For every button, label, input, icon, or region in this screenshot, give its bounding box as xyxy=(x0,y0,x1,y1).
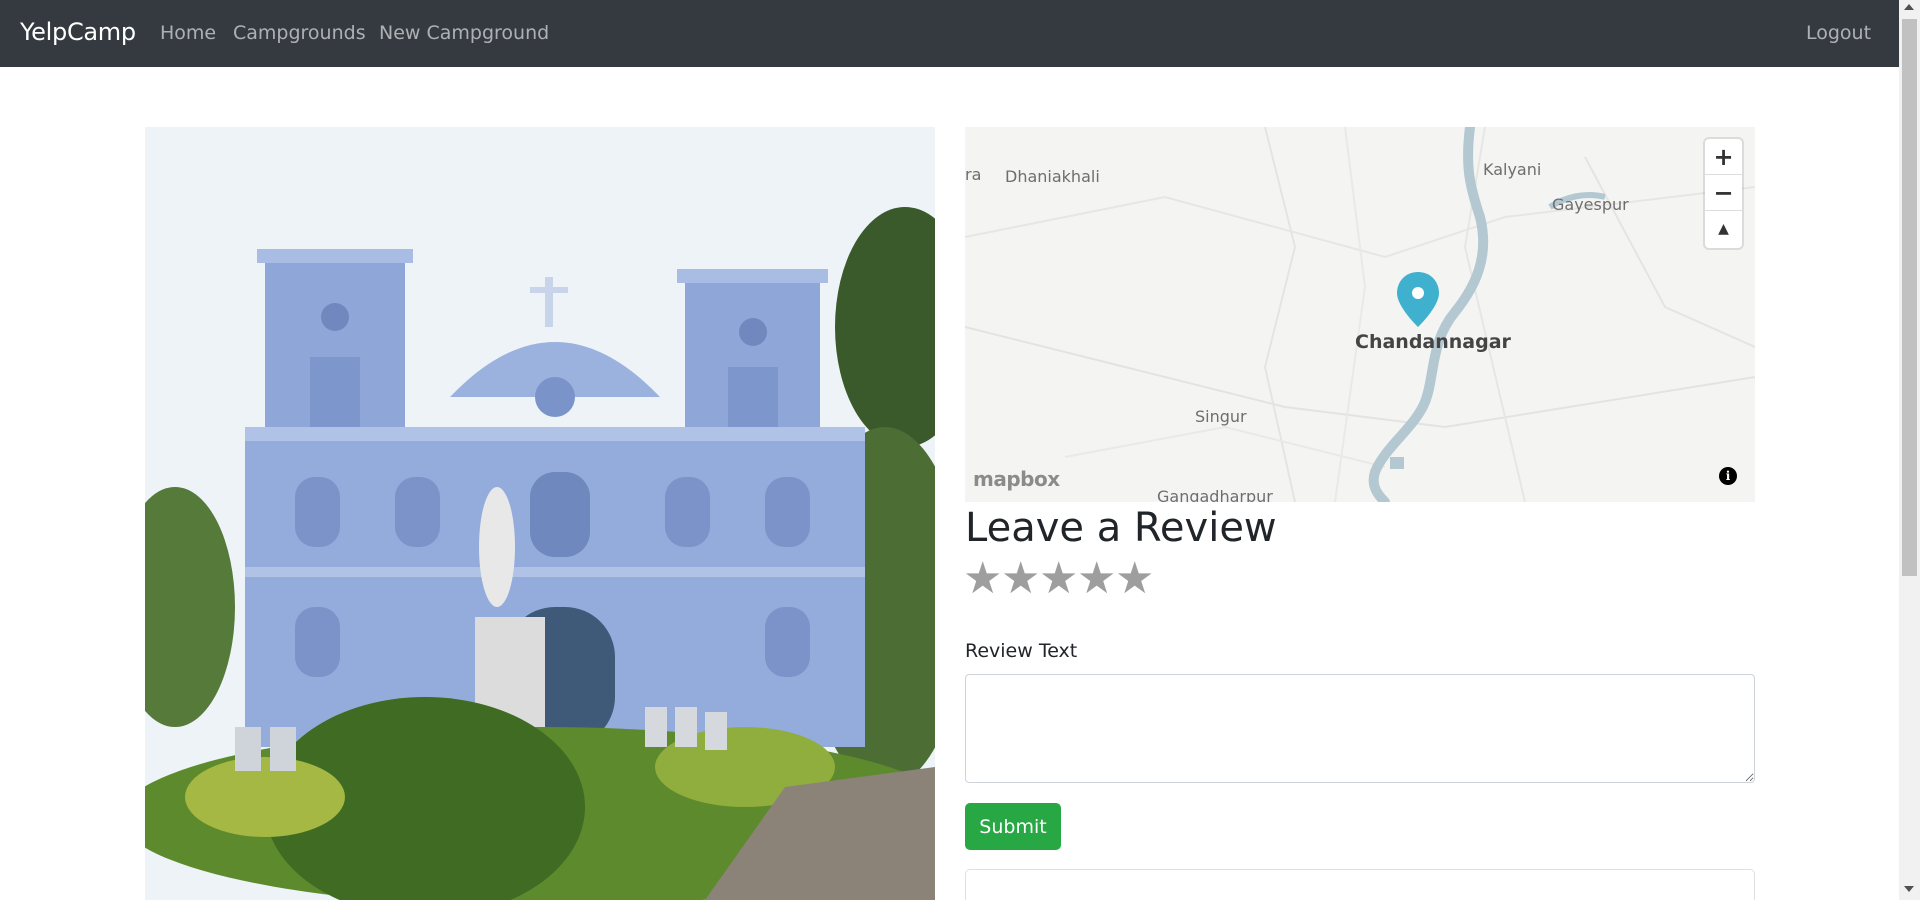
brand-link[interactable]: YelpCamp xyxy=(20,18,136,46)
review-heading: Leave a Review xyxy=(965,505,1277,551)
zoom-in-button[interactable]: + xyxy=(1705,139,1742,175)
page-scrollbar[interactable] xyxy=(1899,0,1920,900)
attribution-info-icon[interactable]: i xyxy=(1719,467,1737,485)
star-1-icon[interactable]: ★ xyxy=(963,556,1002,602)
compass-button[interactable]: ▲ xyxy=(1705,211,1742,247)
map-label-gangadharpur: Gangadharpur xyxy=(1157,487,1273,502)
star-5-icon[interactable]: ★ xyxy=(1115,556,1154,602)
star-rating[interactable]: ★ ★ ★ ★ ★ xyxy=(963,556,1154,602)
review-card xyxy=(965,869,1755,900)
scroll-down-arrow-icon[interactable] xyxy=(1904,886,1914,892)
map-label-singur: Singur xyxy=(1195,407,1247,426)
submit-button[interactable]: Submit xyxy=(965,803,1061,850)
map-label-kalyani: Kalyani xyxy=(1483,160,1542,179)
nav-home-link[interactable]: Home xyxy=(160,22,216,44)
star-3-icon[interactable]: ★ xyxy=(1039,556,1078,602)
map-navigation-control: + − ▲ xyxy=(1705,139,1742,248)
campground-map[interactable]: ra Dhaniakhali Kalyani Gayespur Chandann… xyxy=(965,127,1755,502)
mapbox-logo[interactable]: mapbox xyxy=(973,467,1060,491)
zoom-out-button[interactable]: − xyxy=(1705,175,1742,211)
nav-logout-link[interactable]: Logout xyxy=(1806,22,1871,44)
campground-image xyxy=(145,127,935,900)
scroll-thumb[interactable] xyxy=(1902,19,1917,576)
map-label-gayespur: Gayespur xyxy=(1552,195,1629,214)
map-label-dhaniakhali: Dhaniakhali xyxy=(1005,167,1100,186)
review-text-label: Review Text xyxy=(965,640,1078,662)
star-2-icon[interactable]: ★ xyxy=(1001,556,1040,602)
scroll-up-arrow-icon[interactable] xyxy=(1904,4,1914,10)
nav-campgrounds-link[interactable]: Campgrounds xyxy=(233,22,366,44)
map-label-ra: ra xyxy=(965,165,982,184)
star-4-icon[interactable]: ★ xyxy=(1077,556,1116,602)
nav-new-campground-link[interactable]: New Campground xyxy=(379,22,549,44)
review-text-input[interactable] xyxy=(965,674,1755,783)
map-label-chandannagar: Chandannagar xyxy=(1355,331,1511,353)
navbar: YelpCamp Home Campgrounds New Campground… xyxy=(0,0,1899,67)
